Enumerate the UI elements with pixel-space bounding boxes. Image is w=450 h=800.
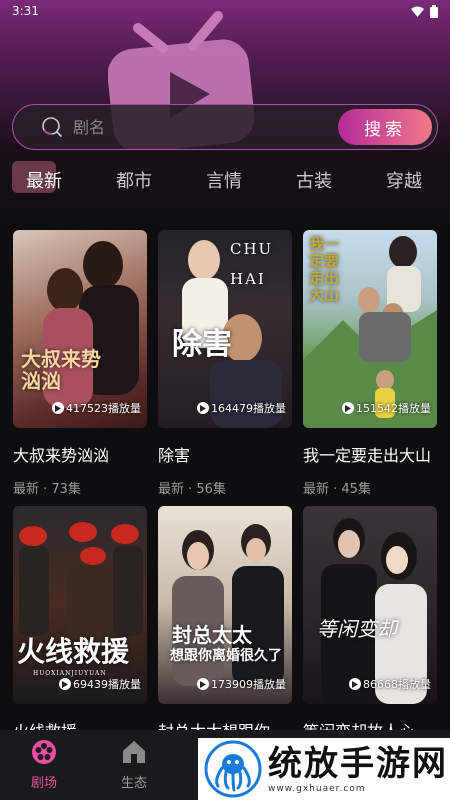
drama-card[interactable]: 大叔来势汹汹 417523播放量 大叔来势汹汹 最新 · 73集 [13, 230, 147, 497]
nav-label: 生态 [120, 776, 147, 791]
drama-card[interactable]: 封总太太 想跟你离婚很久了 173909播放量 封总太太想跟你 [158, 506, 292, 742]
status-time: 3:31 [12, 4, 39, 18]
drama-title: 我一定要走出大山 [303, 446, 432, 465]
octopus-logo-icon [204, 740, 262, 798]
poster-title: 除害 [172, 327, 232, 362]
nav-label: 剧场 [30, 776, 57, 791]
drama-poster[interactable]: CHU HAI 除害 164479播放量 [158, 230, 292, 428]
battery-icon [430, 4, 438, 18]
nav-item-ecology[interactable]: 生态 [104, 738, 164, 791]
poster-title: 我一定要走出大山 [309, 235, 340, 304]
play-count: 173909播放量 [197, 676, 286, 692]
drama-card[interactable]: CHU HAI 除害 164479播放量 除害 最新 · 56集 [158, 230, 292, 497]
drama-poster[interactable]: 大叔来势汹汹 417523播放量 [13, 230, 147, 428]
drama-card[interactable]: 等闲变却 86668播放量 等闲变却故人心 [303, 506, 437, 742]
status-bar: 3:31 [0, 0, 450, 22]
drama-poster[interactable]: 封总太太 想跟你离婚很久了 173909播放量 [158, 506, 292, 704]
drama-meta: 最新 · 56集 [158, 482, 226, 497]
tab-costume[interactable]: 古装 [296, 167, 332, 193]
poster-title-latin: CHU HAI [230, 240, 274, 288]
poster-figures [43, 241, 139, 408]
tab-label: 都市 [116, 171, 152, 192]
drama-card[interactable]: 火线救援 HUOXIANJIUYUAN 69439播放量 火线救援 [13, 506, 147, 742]
play-icon [197, 402, 209, 414]
tab-label: 古装 [296, 171, 332, 192]
tab-label: 最新 [26, 171, 62, 192]
drama-meta: 最新 · 45集 [303, 482, 371, 497]
tab-urban[interactable]: 都市 [116, 167, 152, 193]
drama-poster[interactable]: 等闲变却 86668播放量 [303, 506, 437, 704]
tab-romance[interactable]: 言情 [206, 167, 242, 193]
nav-item-theater[interactable]: 剧场 [14, 738, 74, 791]
drama-title: 大叔来势汹汹 [13, 446, 110, 465]
play-icon [52, 402, 64, 414]
drama-poster[interactable]: 火线救援 HUOXIANJIUYUAN 69439播放量 [13, 506, 147, 704]
film-reel-icon [32, 740, 56, 764]
play-icon [59, 678, 71, 690]
play-icon [342, 402, 354, 414]
search-icon [42, 117, 62, 137]
poster-subtitle: 想跟你离婚很久了 [170, 648, 282, 664]
poster-title: 火线救援 [17, 635, 130, 668]
ad-text: 统放手游网 [268, 744, 448, 784]
play-icon [197, 678, 209, 690]
tab-latest[interactable]: 最新 [12, 161, 62, 193]
search-button[interactable]: 搜索 [338, 109, 432, 145]
poster-figures [172, 524, 284, 686]
tab-time-travel[interactable]: 穿越 [386, 167, 422, 193]
poster-title: 大叔来势汹汹 [21, 347, 101, 393]
play-count: 164479播放量 [197, 400, 286, 416]
drama-poster[interactable]: 我一定要走出大山 151542播放量 [303, 230, 437, 428]
play-icon [349, 678, 361, 690]
drama-card[interactable]: 我一定要走出大山 151542播放量 我一定要走出大山 最新 · 45集 [303, 230, 437, 497]
wifi-icon [411, 6, 424, 17]
ad-url: www.gxhuaer.com [268, 784, 366, 794]
search-bar[interactable]: 搜索 [12, 104, 438, 150]
play-count: 86668播放量 [349, 676, 431, 692]
home-icon [123, 741, 145, 763]
poster-title: 封总太太 [172, 623, 252, 647]
tab-label: 言情 [206, 171, 242, 192]
poster-figures [321, 518, 427, 704]
play-count: 69439播放量 [59, 676, 141, 692]
ad-watermark: 统放手游网 www.gxhuaer.com [198, 738, 450, 800]
category-tabs: 最新 都市 言情 古装 穿越 [0, 160, 450, 200]
tab-label: 穿越 [386, 171, 422, 192]
play-count: 151542播放量 [342, 400, 431, 416]
drama-title: 除害 [158, 446, 191, 465]
search-input[interactable] [73, 117, 338, 137]
play-count: 417523播放量 [52, 400, 141, 416]
poster-title: 等闲变却 [317, 617, 397, 641]
drama-meta: 最新 · 73集 [13, 482, 81, 497]
